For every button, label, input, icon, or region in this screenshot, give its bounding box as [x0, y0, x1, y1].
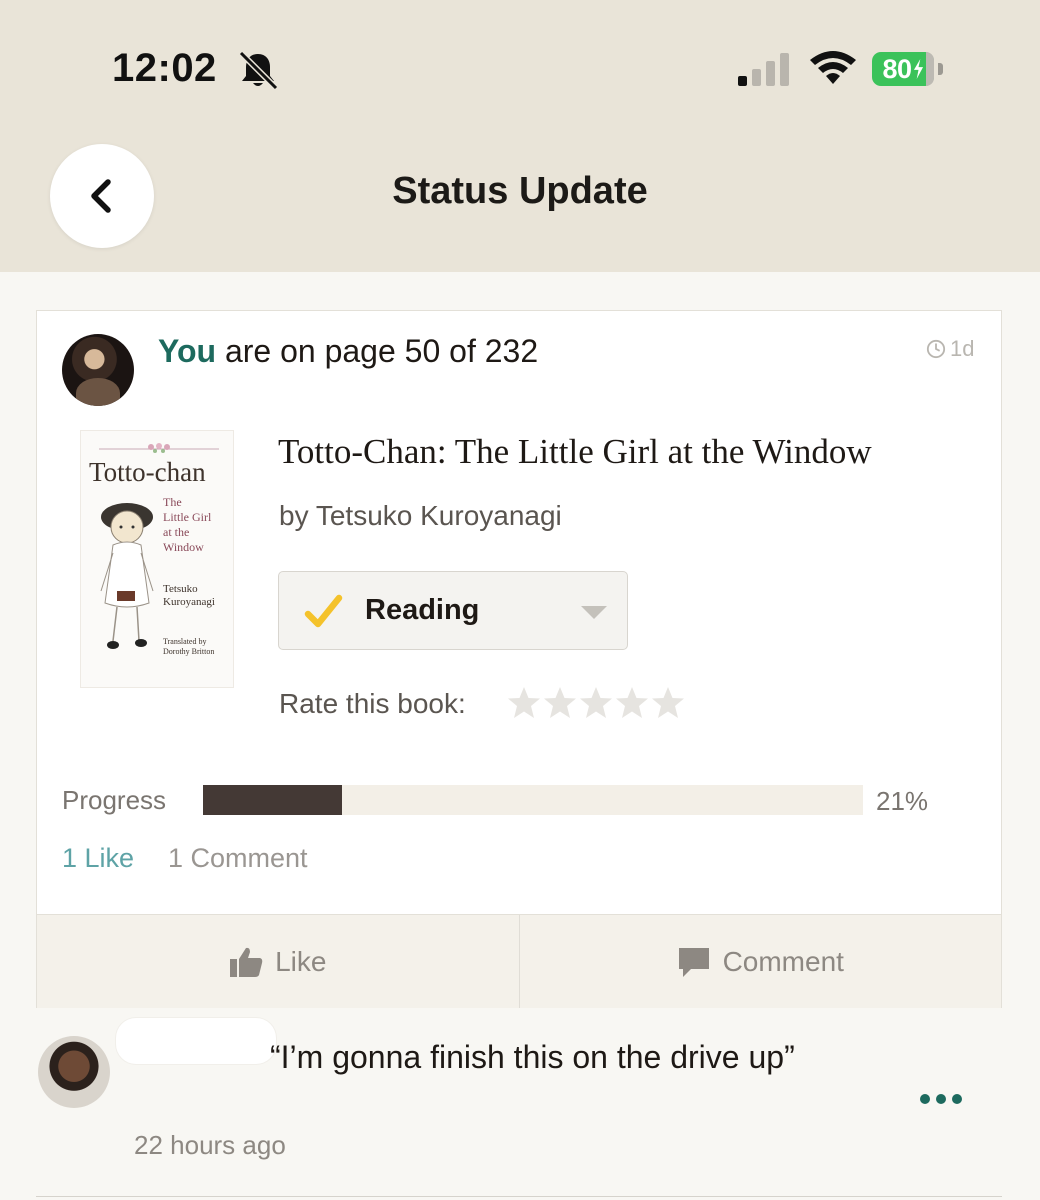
- rating-star-icon[interactable]: [650, 684, 686, 722]
- status-time: 12:02: [112, 46, 217, 90]
- cellular-signal-icon: [738, 53, 789, 86]
- rating-star-icon[interactable]: [506, 684, 542, 722]
- caret-down-icon: [581, 606, 607, 619]
- comment-label: Comment: [722, 945, 844, 977]
- commenter-avatar[interactable]: [38, 1036, 110, 1108]
- page-title: Status Update: [392, 170, 648, 212]
- update-age: 1d: [926, 336, 974, 362]
- shelf-status-label: Reading: [365, 594, 480, 626]
- likes-count-link[interactable]: 1 Like: [62, 843, 134, 874]
- like-button[interactable]: Like: [37, 915, 519, 1008]
- actor-link[interactable]: You: [158, 333, 216, 369]
- wifi-icon: [810, 51, 856, 84]
- progress-track: [203, 785, 863, 815]
- user-avatar[interactable]: [62, 334, 134, 406]
- cover-translator: Translated by Dorothy Britton: [163, 637, 215, 656]
- like-label: Like: [275, 945, 327, 977]
- shelf-status-dropdown[interactable]: Reading: [278, 571, 628, 650]
- rating-stars[interactable]: [506, 684, 686, 722]
- speech-bubble-icon: [678, 947, 709, 977]
- comment-text: “I’m gonna finish this on the drive up”: [270, 1039, 795, 1075]
- checkmark-icon: [304, 594, 343, 628]
- top-bar: [0, 0, 1040, 272]
- update-headline: You are on page 50 of 232: [158, 333, 538, 370]
- charging-bolt-icon: [913, 59, 923, 79]
- divider: [36, 1196, 1002, 1197]
- rate-label: Rate this book:: [279, 688, 466, 719]
- more-options-icon[interactable]: [918, 1092, 964, 1106]
- comment-button[interactable]: Comment: [518, 915, 1002, 1008]
- rating-star-icon[interactable]: [614, 684, 650, 722]
- progress-label: Progress: [62, 785, 167, 815]
- clock-icon: [926, 339, 946, 359]
- comment-timestamp: 22 hours ago: [134, 1130, 286, 1160]
- battery-level: 80: [882, 53, 912, 84]
- update-text: are on page 50 of 232: [216, 333, 539, 369]
- battery-indicator: 80: [872, 52, 944, 88]
- card-actions: Like Comment: [37, 914, 1001, 1008]
- cover-title: Totto-chan: [89, 457, 206, 487]
- book-title[interactable]: Totto-Chan: The Little Girl at the Windo…: [278, 432, 872, 472]
- progress-fill: [203, 785, 342, 815]
- age-text: 1d: [950, 336, 975, 361]
- rating-star-icon[interactable]: [542, 684, 578, 722]
- thumbs-up-icon: [230, 947, 263, 977]
- cover-author: Tetsuko Kuroyanagi: [163, 583, 215, 608]
- cover-girl-illustration: [100, 503, 154, 649]
- book-author[interactable]: by Tetsuko Kuroyanagi: [279, 500, 562, 532]
- bell-muted-icon: [238, 50, 279, 90]
- progress-percent: 21%: [876, 786, 929, 816]
- comments-count-link[interactable]: 1 Comment: [168, 843, 308, 874]
- cover-flower-decoration: [99, 443, 219, 453]
- book-cover[interactable]: Totto-chan The Little Girl at the Window…: [80, 430, 234, 688]
- rating-star-icon[interactable]: [578, 684, 614, 722]
- cover-subtitle: The Little Girl at the Window: [163, 495, 212, 554]
